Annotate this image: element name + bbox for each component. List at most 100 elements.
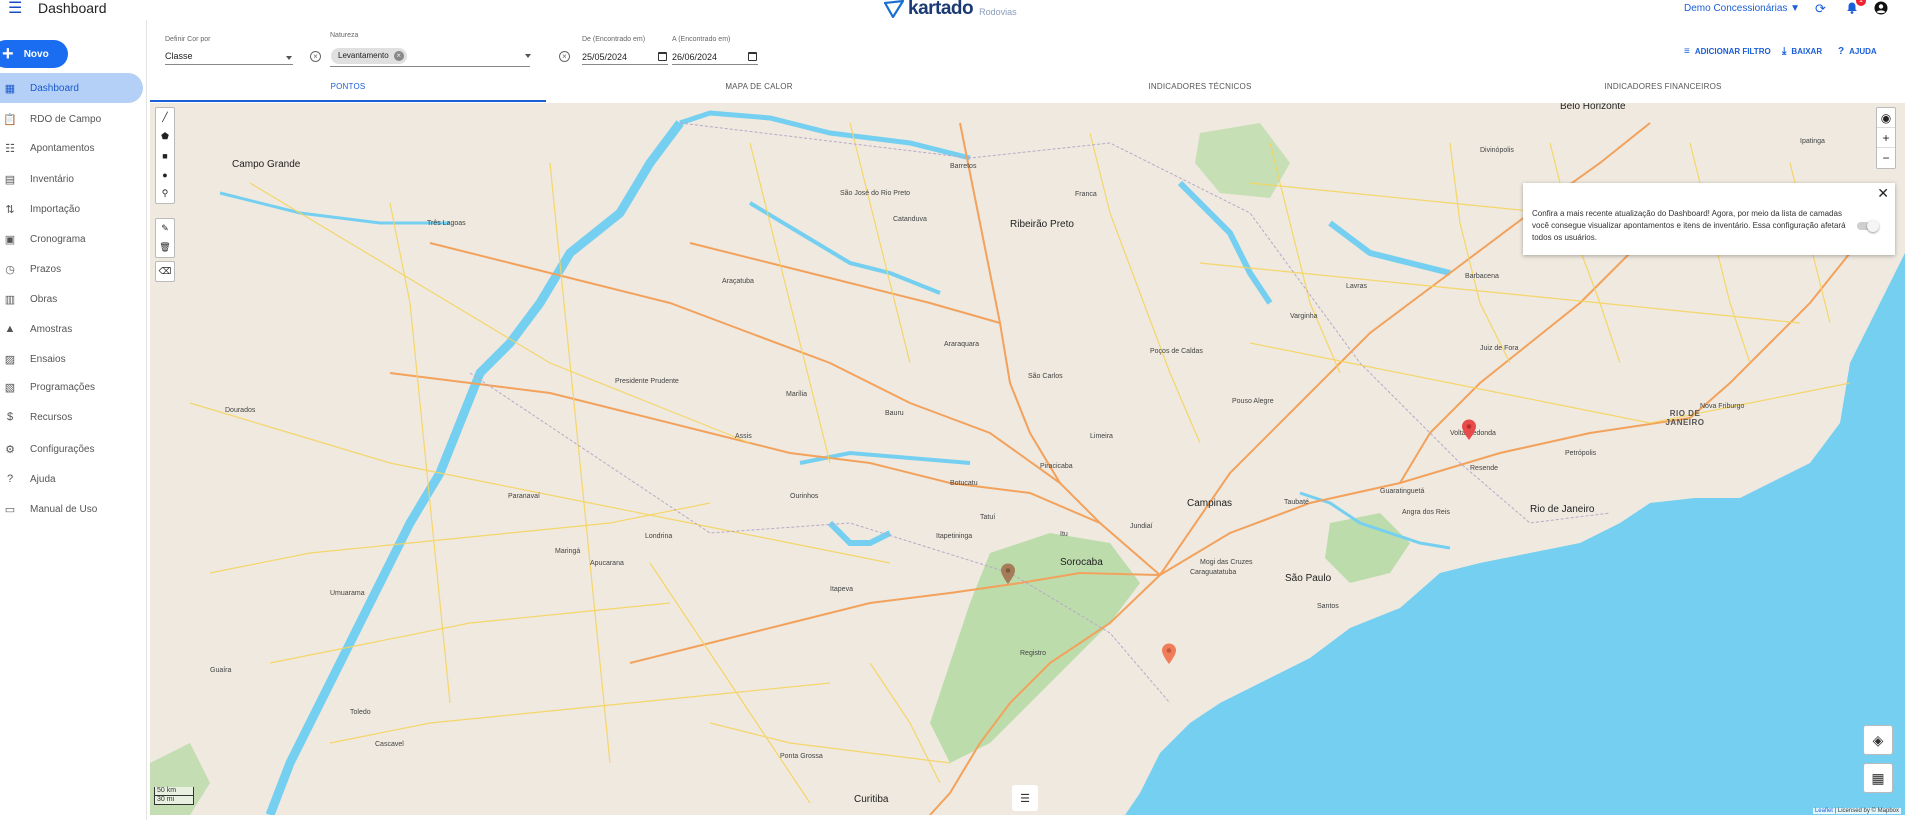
sidebar-item-label: Dashboard	[30, 82, 79, 94]
sidebar-item-importacao[interactable]: ⇅ Importação	[0, 194, 143, 224]
zoom-out-button[interactable]: −	[1877, 148, 1895, 168]
logo-subtitle: Rodovias	[979, 7, 1017, 17]
calendar-picker-icon[interactable]	[658, 52, 667, 61]
draw-toolbar: ╱ ⬟ ■ ● ⚲	[155, 107, 175, 204]
sidebar-item-prazos[interactable]: ◷ Prazos	[0, 254, 143, 284]
map-attribution: Leaflet | Licensed by © Mapbox	[1812, 808, 1901, 814]
sidebar-item-label: Amostras	[30, 323, 73, 335]
leaflet-link[interactable]: Leaflet	[1815, 808, 1833, 814]
sidebar-item-apontamentos[interactable]: ☷ Apontamentos	[0, 133, 143, 163]
tab-pontos[interactable]: PONTOS	[150, 80, 546, 102]
from-date-underline	[582, 64, 668, 65]
draw-rectangle-icon[interactable]: ■	[156, 146, 174, 165]
color-by-select[interactable]: Classe	[165, 51, 193, 61]
new-button-label: Novo	[23, 48, 49, 60]
scale-km: 50 km	[154, 787, 194, 796]
construction-icon: ▥	[4, 293, 16, 306]
legend-list-icon[interactable]: ☰	[1012, 785, 1038, 811]
dashboard-icon: ▦	[4, 82, 16, 95]
sidebar-item-label: Manual de Uso	[30, 503, 98, 515]
sidebar-item-inventario[interactable]: ▤ Inventário	[0, 164, 143, 194]
layers-icon[interactable]: ◈	[1863, 725, 1893, 755]
add-filter-button[interactable]: ≡ ADICIONAR FILTRO	[1684, 46, 1771, 57]
add-filter-label: ADICIONAR FILTRO	[1694, 47, 1771, 56]
new-button[interactable]: + Novo	[0, 40, 68, 68]
sidebar-item-label: Programações	[30, 381, 96, 393]
draw-polyline-icon[interactable]: ╱	[156, 108, 174, 127]
nature-label: Natureza	[330, 32, 359, 39]
logo-text: kartado	[908, 0, 974, 19]
map-point-marker[interactable]	[1461, 419, 1477, 441]
sidebar-item-label: Cronograma	[30, 233, 86, 245]
locate-icon[interactable]: ◉	[1877, 108, 1895, 128]
map-view[interactable]: São Paulo Rio de Janeiro Campinas Soroca…	[150, 103, 1905, 815]
sidebar-item-ensaios[interactable]: ▨ Ensaios	[0, 344, 143, 374]
sidebar-item-obras[interactable]: ▥ Obras	[0, 284, 143, 314]
clear-color-by-icon[interactable]: ×	[310, 51, 321, 62]
sidebar-item-label: Ensaios	[30, 353, 66, 365]
download-button[interactable]: ⤓ BAIXAR	[1782, 46, 1822, 57]
delete-layers-icon[interactable]: 🗑	[156, 238, 174, 257]
sidebar-item-configuracoes[interactable]: ⚙ Configurações	[0, 434, 143, 464]
zoom-in-button[interactable]: +	[1877, 128, 1895, 148]
calendar-icon: ▣	[4, 233, 16, 246]
sidebar-item-amostras[interactable]: ▲ Amostras	[0, 314, 143, 344]
nature-chip[interactable]: Levantamento ×	[331, 48, 407, 64]
sidebar-item-programacoes[interactable]: ▧ Programações	[0, 372, 143, 402]
edit-layers-icon[interactable]: ✎	[156, 219, 174, 238]
close-icon[interactable]: ✕	[1877, 185, 1889, 202]
chevron-down-icon[interactable]	[525, 54, 531, 58]
announcement-text: Confira a mais recente atualização do Da…	[1532, 209, 1846, 242]
sidebar-item-ajuda[interactable]: ? Ajuda	[0, 464, 143, 494]
test-icon: ▨	[4, 353, 16, 366]
page-title: Dashboard	[38, 0, 107, 16]
account-circle-icon[interactable]	[1874, 1, 1888, 15]
notifications-badge: 1	[1856, 0, 1866, 6]
from-date-label: De (Encontrado em)	[582, 36, 646, 43]
calendar-picker-icon[interactable]	[748, 52, 757, 61]
sidebar-item-cronograma[interactable]: ▣ Cronograma	[0, 224, 143, 254]
to-date-label: A (Encontrado em)	[672, 36, 731, 43]
tab-indicadores-tecnicos[interactable]: INDICADORES TÉCNICOS	[972, 80, 1428, 102]
draw-circle-icon[interactable]: ●	[156, 165, 174, 184]
sidebar-item-label: Configurações	[30, 443, 95, 455]
to-date-input[interactable]: 26/06/2024	[672, 52, 717, 62]
from-date-input[interactable]: 25/05/2024	[582, 52, 627, 62]
kartado-logo[interactable]: kartado Rodovias	[884, 0, 1017, 20]
sidebar-item-recursos[interactable]: $ Recursos	[0, 402, 143, 432]
trash-all-icon[interactable]: ⌫	[156, 262, 174, 281]
announcement-toggle[interactable]	[1857, 220, 1879, 232]
sidebar-item-manual-de-uso[interactable]: ▭ Manual de Uso	[0, 494, 143, 524]
sidebar-item-label: Importação	[30, 203, 81, 215]
tab-indicadores-financeiros[interactable]: INDICADORES FINANCEIROS	[1428, 80, 1898, 102]
clock-icon: ◷	[5, 263, 15, 276]
inventory-icon: ▤	[4, 173, 16, 186]
top-bar: ☰ Dashboard kartado Rodovias Demo Conces…	[0, 0, 1905, 20]
sidebar: + Novo ▦ Dashboard 📋 RDO de Campo ☷ Apon…	[0, 20, 147, 820]
map-point-marker[interactable]	[1161, 643, 1177, 665]
help-button[interactable]: ? AJUDA	[1838, 46, 1877, 57]
sidebar-item-label: Apontamentos	[30, 142, 95, 154]
filter-icon: ≡	[1684, 46, 1690, 57]
color-by-underline	[165, 64, 293, 65]
help-label: AJUDA	[1849, 47, 1877, 56]
sidebar-item-dashboard[interactable]: ▦ Dashboard	[0, 73, 143, 103]
grid-icon[interactable]: ▦	[1863, 763, 1893, 793]
map-point-marker[interactable]	[1000, 563, 1016, 585]
draw-polygon-icon[interactable]: ⬟	[156, 127, 174, 146]
sidebar-item-label: Recursos	[30, 411, 73, 423]
sidebar-item-label: Obras	[30, 293, 58, 305]
sidebar-item-rdo-de-campo[interactable]: 📋 RDO de Campo	[0, 104, 143, 134]
refresh-icon[interactable]: ⟳	[1815, 1, 1826, 17]
sidebar-item-label: Inventário	[30, 173, 74, 185]
hamburger-menu-icon[interactable]: ☰	[8, 1, 26, 17]
to-date-underline	[672, 64, 758, 65]
gear-icon: ⚙	[5, 443, 15, 456]
chip-remove-icon[interactable]: ×	[393, 51, 404, 61]
clear-dates-icon[interactable]: ×	[559, 51, 570, 62]
scale-mi: 30 mi	[154, 796, 194, 805]
chevron-down-icon[interactable]	[286, 56, 292, 60]
tenant-selector[interactable]: Demo Concessionárias ▼	[1684, 3, 1800, 14]
draw-marker-icon[interactable]: ⚲	[156, 184, 174, 203]
tab-mapa-de-calor[interactable]: MAPA DE CALOR	[546, 80, 972, 102]
